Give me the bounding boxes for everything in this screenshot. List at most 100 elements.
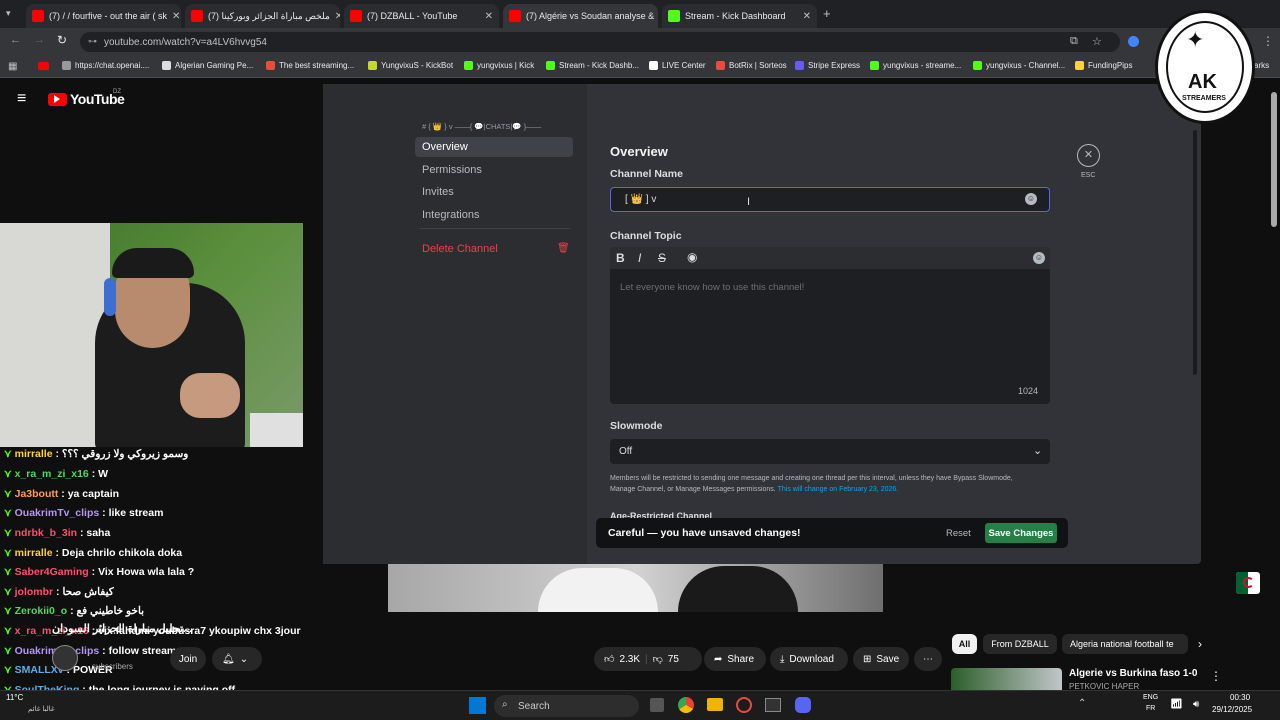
back-arrow-icon[interactable]: ← [10, 34, 21, 46]
chrome-icon[interactable] [678, 697, 694, 713]
channel-topic-editor[interactable]: B I S ◉ ☺ Let everyone know how to use t… [610, 247, 1050, 404]
bookmark-item[interactable]: FundingPips [1075, 61, 1132, 70]
chat-username[interactable]: jolombr [15, 586, 54, 598]
strikethrough-icon[interactable]: S [658, 251, 666, 265]
close-icon[interactable]: ✕ [172, 11, 180, 22]
download-button[interactable]: ⤓ Download [770, 647, 848, 671]
share-button[interactable]: ➦ Share [704, 647, 766, 671]
chevron-right-icon[interactable]: › [1198, 637, 1202, 651]
chat-username[interactable]: OuakrimTv_clips [15, 507, 100, 519]
bold-icon[interactable]: B [616, 251, 625, 265]
bookmark-item[interactable]: yungvixus - streame... [870, 61, 961, 70]
extension-icon[interactable] [1128, 36, 1139, 47]
volume-icon[interactable]: 🔊︎ [1193, 699, 1199, 710]
reload-icon[interactable]: ↻ [57, 33, 67, 47]
close-icon[interactable]: ✕ [335, 11, 340, 22]
app-icon[interactable] [736, 697, 752, 713]
bookmark-item[interactable]: YungvixuS - KickBot [368, 61, 453, 70]
thumbs-up-icon[interactable]: 👍︎ [604, 653, 614, 665]
related-more-icon[interactable]: ⋮ [1210, 669, 1222, 683]
emoji-picker-icon[interactable]: ☺ [1033, 252, 1045, 264]
windows-start-icon[interactable] [469, 697, 486, 714]
chat-badge-icon: ⋎ [4, 488, 15, 500]
like-count[interactable]: 2.3K [619, 654, 640, 665]
join-button[interactable]: Join [170, 647, 206, 671]
chip-algeria[interactable]: Algeria national football te [1062, 634, 1188, 654]
slowmode-select[interactable]: Off ⌄ [610, 439, 1050, 464]
weather-temp[interactable]: 11°C [6, 693, 23, 702]
related-title[interactable]: Algerie vs Burkina faso 1-0 [1069, 668, 1197, 679]
chat-text: : Deja chrilo chikola doka [55, 547, 183, 559]
bookmark-item[interactable]: Stripe Express [795, 61, 860, 70]
modal-scrollbar[interactable] [1193, 130, 1197, 375]
bookmark-item[interactable]: yungvixus | Kick [464, 61, 534, 70]
tray-chevron-icon[interactable]: ⌃ [1078, 698, 1086, 709]
site-info-icon[interactable]: ⊶ [88, 36, 97, 47]
bookmark-item[interactable]: LIVE Center [649, 61, 706, 70]
chat-username[interactable]: x_ra_m_zi_x16 [15, 468, 89, 480]
forward-arrow-icon[interactable]: → [34, 34, 45, 46]
apps-grid-icon[interactable]: ▦ [8, 61, 17, 72]
file-explorer-icon[interactable] [707, 698, 723, 711]
discord-icon[interactable] [795, 697, 811, 713]
chat-username[interactable]: Zerokii0_o [15, 605, 68, 617]
close-modal-button[interactable]: ✕ [1077, 144, 1100, 167]
chip-from-dzball[interactable]: From DZBALL [983, 634, 1057, 654]
channel-avatar[interactable] [52, 645, 78, 671]
emoji-picker-icon[interactable]: ☺ [1025, 193, 1037, 205]
task-view-icon[interactable] [650, 698, 664, 712]
more-menu-icon[interactable]: ⋮ [1262, 34, 1274, 48]
bookmarks-overflow[interactable]: arks [1254, 61, 1269, 70]
hamburger-menu-icon[interactable]: ≡ [17, 90, 26, 108]
cast-icon[interactable]: ⧉ [1070, 35, 1078, 48]
bookmark-item[interactable]: https://chat.openai.... [62, 61, 149, 70]
thumbs-down-icon[interactable]: 👎︎ [653, 653, 663, 665]
chat-username[interactable]: Ja3boutt [15, 488, 59, 500]
network-icon[interactable]: 📶︎ [1170, 699, 1183, 710]
terminal-icon[interactable] [765, 698, 781, 712]
related-thumbnail[interactable] [951, 668, 1062, 690]
italic-icon[interactable]: I [638, 251, 641, 265]
input-language[interactable]: ENG [1143, 694, 1158, 701]
browser-tab-2[interactable]: ملخص مباراة الجزائر وبوركينا (7) ✕ [185, 4, 340, 28]
new-tab-plus-icon[interactable]: + [823, 6, 831, 21]
chat-username[interactable]: ndrbk_b_3in [15, 527, 77, 539]
youtube-icon [350, 10, 362, 22]
tab-search-icon[interactable]: ▾ [6, 8, 20, 20]
youtube-bookmark-icon[interactable] [38, 62, 49, 70]
browser-tab-3[interactable]: (7) DZBALL - YouTube ✕ [344, 4, 499, 28]
browser-tab-5[interactable]: Stream - Kick Dashboard ✕ [662, 4, 817, 28]
search-icon: ⌕ [502, 699, 508, 710]
close-icon[interactable]: ✕ [803, 11, 811, 22]
sidebar-item-invites[interactable]: Invites [422, 186, 454, 198]
chip-all[interactable]: All [952, 634, 977, 654]
close-icon[interactable]: ✕ [485, 11, 493, 22]
sidebar-item-overview-label[interactable]: Overview [422, 141, 468, 153]
save-button[interactable]: ⊞ Save [853, 647, 909, 671]
sidebar-item-permissions[interactable]: Permissions [422, 164, 482, 176]
spoiler-eye-icon[interactable]: ◉ [687, 250, 697, 264]
chat-username[interactable]: Saber4Gaming [15, 566, 89, 578]
save-changes-button[interactable]: Save Changes [985, 523, 1057, 543]
sidebar-item-integrations[interactable]: Integrations [422, 209, 479, 221]
chat-username[interactable]: mirralle [15, 547, 53, 559]
bookmark-item[interactable]: Stream - Kick Dashb... [546, 61, 639, 70]
bookmark-item[interactable]: yungvixus - Channel... [973, 61, 1065, 70]
slowmode-link[interactable]: This will change on February 23, 2026. [778, 486, 899, 493]
channel-name-input[interactable]: [ 👑 ] v ☺ [610, 187, 1050, 212]
notifications-button[interactable]: 🔔︎ ⌄ [212, 647, 262, 671]
page-scrollbar[interactable] [1271, 92, 1277, 227]
url-bar[interactable]: ⊶ youtube.com/watch?v=a4LV6hvvg54 ⧉ ☆ [80, 32, 1120, 52]
more-actions-icon[interactable]: ⋯ [914, 647, 942, 671]
browser-tab-1[interactable]: (7) / / fourfive - out the air ( sk ✕ [26, 4, 181, 28]
bookmark-item[interactable]: Algerian Gaming Pe... [162, 61, 253, 70]
clock-time[interactable]: 00:30 [1230, 693, 1250, 702]
bookmark-item[interactable]: The best streaming... [266, 61, 354, 70]
browser-tab-4[interactable]: (7) Algérie vs Soudan analyse &✕ [503, 4, 658, 28]
chat-username[interactable]: mirralle [15, 448, 53, 460]
delete-channel-button[interactable]: Delete Channel [422, 243, 498, 255]
reset-button[interactable]: Reset [946, 528, 971, 539]
bookmark-star-icon[interactable]: ☆ [1092, 35, 1102, 48]
taskbar-search[interactable]: ⌕ Search [494, 695, 639, 717]
bookmark-item[interactable]: BotRix | Sorteos [716, 61, 787, 70]
